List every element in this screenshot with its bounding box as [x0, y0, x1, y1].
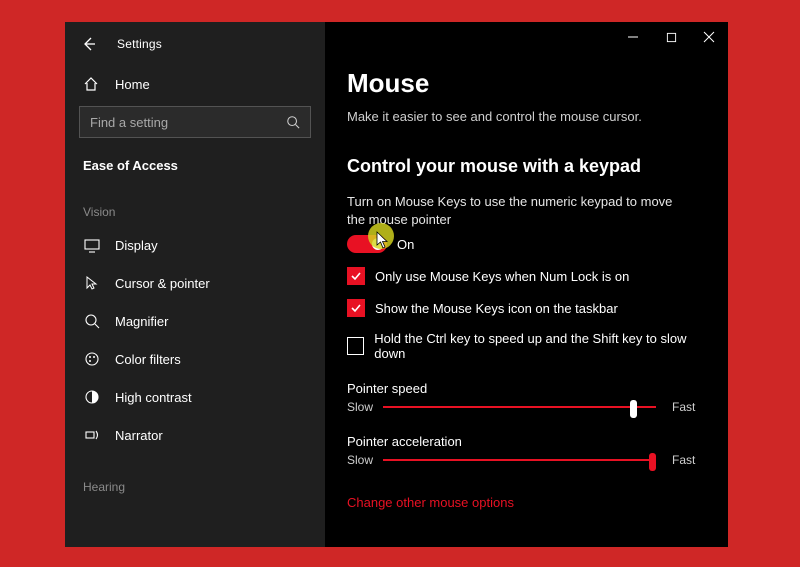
- slider-low-label: Slow: [347, 400, 381, 414]
- display-icon: [83, 239, 101, 253]
- close-icon: [703, 31, 715, 43]
- slider-block: Pointer speed Slow Fast: [347, 361, 706, 414]
- toggle-description: Turn on Mouse Keys to use the numeric ke…: [347, 177, 677, 228]
- group-hearing-label: Hearing: [65, 454, 325, 502]
- check-icon: [350, 302, 362, 314]
- nav-display[interactable]: Display: [65, 227, 325, 264]
- checkbox-list: Only use Mouse Keys when Num Lock is on S…: [347, 253, 706, 361]
- maximize-icon: [666, 32, 677, 43]
- back-button[interactable]: [79, 34, 99, 54]
- checkbox-label: Only use Mouse Keys when Num Lock is on: [375, 269, 629, 284]
- settings-window: Settings Home Ease of Access Vision: [65, 22, 728, 547]
- slider-block: Pointer acceleration Slow Fast: [347, 414, 706, 467]
- nav-color-filters[interactable]: Color filters: [65, 340, 325, 378]
- content-pane: Mouse Make it easier to see and control …: [325, 22, 728, 547]
- slider-list: Pointer speedSlowFastPointer acceleratio…: [347, 361, 706, 467]
- home-icon: [83, 76, 101, 92]
- maximize-button[interactable]: [652, 22, 690, 52]
- window-controls: [614, 22, 728, 52]
- app-title: Settings: [117, 37, 162, 51]
- nav-cursor-pointer[interactable]: Cursor & pointer: [65, 264, 325, 302]
- other-options-link[interactable]: Change other mouse options: [347, 467, 706, 510]
- nav-label: Magnifier: [115, 314, 168, 329]
- home-label: Home: [115, 77, 150, 92]
- slider-thumb[interactable]: [630, 400, 637, 418]
- checkbox[interactable]: [347, 299, 365, 317]
- search-box[interactable]: [79, 106, 311, 138]
- minimize-icon: [627, 31, 639, 43]
- slider-row: Slow Fast: [347, 396, 706, 414]
- slider-high-label: Fast: [672, 400, 706, 414]
- slider-track[interactable]: [383, 459, 656, 461]
- back-icon: [81, 36, 97, 52]
- checkbox-label: Show the Mouse Keys icon on the taskbar: [375, 301, 618, 316]
- page-subtitle: Make it easier to see and control the mo…: [347, 99, 706, 124]
- search-input[interactable]: [90, 115, 286, 130]
- home-nav[interactable]: Home: [65, 62, 325, 100]
- toggle-row: On: [347, 228, 706, 253]
- checkbox-row: Hold the Ctrl key to speed up and the Sh…: [347, 317, 706, 361]
- slider-label: Pointer acceleration: [347, 434, 706, 449]
- group-vision-label: Vision: [65, 179, 325, 227]
- slider-row: Slow Fast: [347, 449, 706, 467]
- checkbox-row: Show the Mouse Keys icon on the taskbar: [347, 285, 706, 317]
- search-icon: [286, 115, 300, 129]
- section-title: Control your mouse with a keypad: [347, 124, 706, 177]
- nav-narrator[interactable]: Narrator: [65, 416, 325, 454]
- mouse-keys-toggle[interactable]: [347, 235, 387, 253]
- slider-thumb[interactable]: [649, 453, 656, 471]
- sidebar: Settings Home Ease of Access Vision: [65, 22, 325, 547]
- sidebar-header: Ease of Access: [65, 150, 325, 179]
- nav-magnifier[interactable]: Magnifier: [65, 302, 325, 340]
- cursor-icon: [83, 275, 101, 291]
- checkbox-label: Hold the Ctrl key to speed up and the Sh…: [374, 331, 706, 361]
- magnifier-icon: [83, 313, 101, 329]
- checkbox[interactable]: [347, 337, 364, 355]
- search-wrap: [65, 100, 325, 150]
- checkbox[interactable]: [347, 267, 365, 285]
- check-icon: [350, 270, 362, 282]
- nav-label: Color filters: [115, 352, 181, 367]
- close-button[interactable]: [690, 22, 728, 52]
- toggle-state: On: [397, 237, 414, 252]
- minimize-button[interactable]: [614, 22, 652, 52]
- nav-label: Cursor & pointer: [115, 276, 210, 291]
- toggle-knob: [372, 238, 384, 250]
- contrast-icon: [83, 389, 101, 405]
- slider-label: Pointer speed: [347, 381, 706, 396]
- nav-high-contrast[interactable]: High contrast: [65, 378, 325, 416]
- slider-track[interactable]: [383, 406, 656, 408]
- nav-label: Display: [115, 238, 158, 253]
- slider-high-label: Fast: [672, 453, 706, 467]
- narrator-icon: [83, 427, 101, 443]
- checkbox-row: Only use Mouse Keys when Num Lock is on: [347, 253, 706, 285]
- nav-label: High contrast: [115, 390, 192, 405]
- slider-low-label: Slow: [347, 453, 381, 467]
- titlebar-left: Settings: [65, 22, 325, 62]
- nav-label: Narrator: [115, 428, 163, 443]
- palette-icon: [83, 351, 101, 367]
